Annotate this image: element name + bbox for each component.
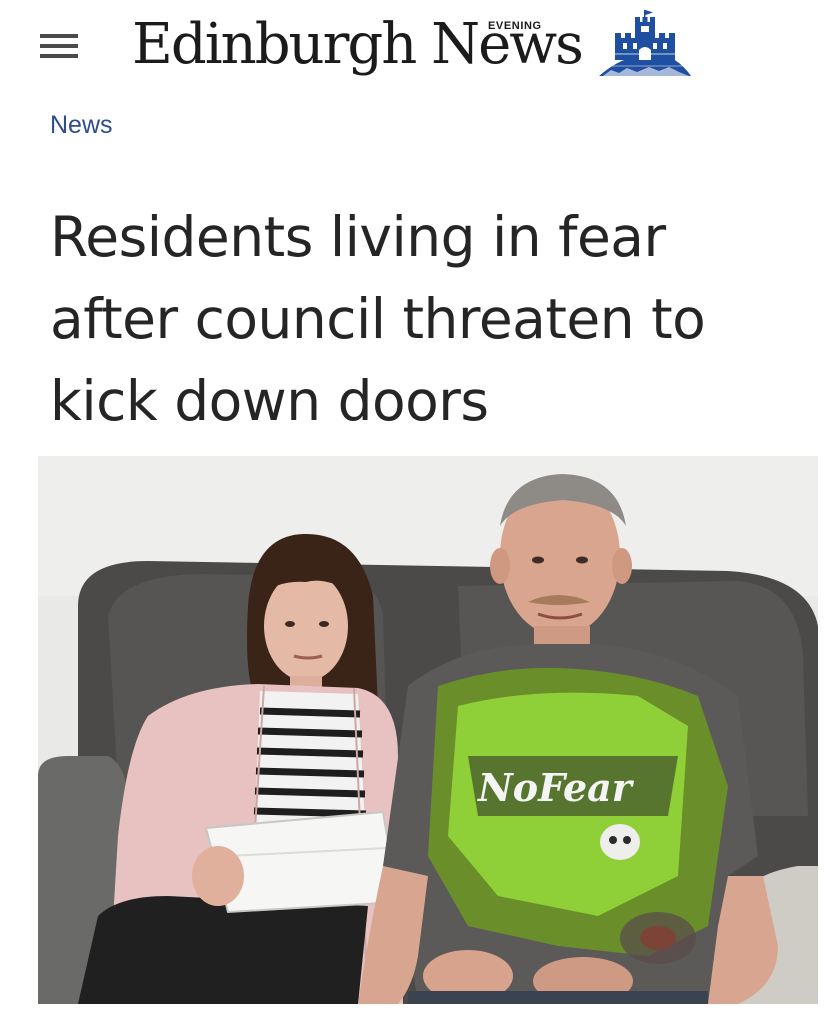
article-photo: NoFear — [38, 456, 818, 1004]
shirt-print: NoFear — [477, 765, 635, 810]
site-header: Edinburgh News EVENING — [0, 0, 827, 92]
hamburger-menu-icon[interactable] — [40, 34, 80, 60]
menu-bar-bottom — [40, 54, 78, 58]
logo-evening-label: EVENING — [488, 20, 542, 32]
menu-bar-middle — [40, 44, 78, 48]
site-logo[interactable]: Edinburgh News EVENING — [132, 8, 702, 84]
menu-bar-top — [40, 34, 78, 38]
castle-emblem-icon — [599, 10, 691, 76]
photo-illustration: NoFear — [38, 456, 818, 1004]
article-headline: Residents living in fear after council t… — [50, 205, 706, 433]
section-link-news[interactable]: News — [50, 108, 113, 142]
